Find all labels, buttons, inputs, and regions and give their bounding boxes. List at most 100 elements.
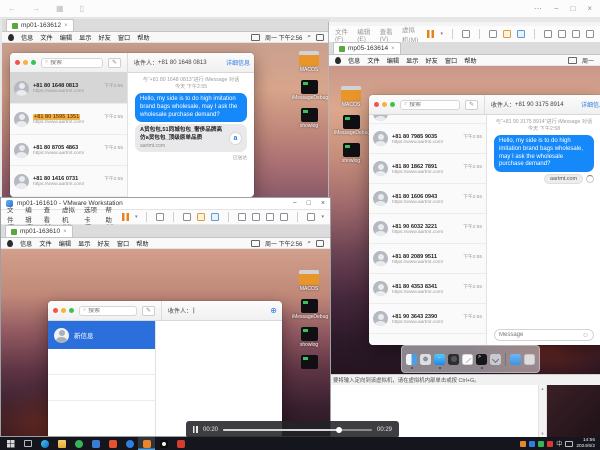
scroll-up-icon[interactable]: ▲	[541, 386, 545, 391]
dock-messages-icon[interactable]	[433, 349, 446, 369]
dock-terminal-icon[interactable]	[475, 349, 488, 369]
minimize-window-icon[interactable]	[61, 308, 66, 313]
taskbar-clock[interactable]: 14:56 2024/6/2	[576, 438, 595, 450]
menu-view[interactable]: 显示	[79, 33, 91, 42]
close-icon[interactable]: ×	[587, 5, 592, 13]
menu-window[interactable]: 窗口	[117, 239, 129, 248]
menu-buddies[interactable]: 好友	[98, 239, 110, 248]
menu-file[interactable]: 文件	[367, 56, 379, 65]
apple-menu-icon[interactable]	[7, 240, 13, 247]
layout-dropdown-icon[interactable]: ▾	[321, 215, 324, 220]
vm3-tab[interactable]: mp01-163610 ×	[5, 225, 73, 237]
link-preview-bubble[interactable]: A货包包,51同城包包_奢侈品牌高仿a货包包_顶级原单品质 aartmt.com	[135, 124, 247, 152]
menu-view[interactable]: 显示	[78, 239, 90, 248]
fullscreen-icon[interactable]	[266, 213, 274, 221]
menu-file[interactable]: 文件	[39, 239, 51, 248]
unity-mode-icon[interactable]	[586, 30, 594, 38]
menu-view[interactable]: 显示	[406, 56, 418, 65]
desktop-icon-showlog[interactable]: showlog	[334, 143, 368, 164]
desktop-icon-terminal[interactable]	[292, 355, 326, 369]
conversation-item[interactable]: +81 80 1862 7891下午2:55 https://www.aartm…	[369, 154, 486, 184]
search-input[interactable]	[409, 102, 456, 108]
desktop-icon-imessagedebug[interactable]: iMessageDebug	[292, 299, 326, 320]
dock-downloads-icon[interactable]	[489, 349, 502, 369]
link-pill[interactable]: aartmt.com	[544, 174, 583, 184]
conversation-item[interactable]: +81 80 7985 9035下午2:55 https://www.aartm…	[369, 124, 486, 154]
close-window-icon[interactable]	[15, 60, 20, 65]
menu-window[interactable]: 窗口	[118, 33, 130, 42]
console-view-icon[interactable]	[252, 213, 260, 221]
display-menu-icon[interactable]	[251, 34, 260, 41]
new-message-item-selected[interactable]: 新信息	[48, 321, 155, 349]
emoji-picker-icon[interactable]: ☺	[582, 332, 589, 339]
display-menu-icon[interactable]	[568, 57, 577, 64]
zoom-window-icon[interactable]	[69, 308, 74, 313]
pause-playback-icon[interactable]	[193, 426, 198, 433]
conversation-item[interactable]: +81 80 1416 0731下午2:55 https://www.aartm…	[10, 166, 127, 197]
conversation-item[interactable]: +81 80 4353 8341下午2:55 https://www.aartm…	[369, 274, 486, 304]
conversation-item-partial[interactable]	[369, 115, 486, 124]
seek-bar-knob[interactable]	[336, 427, 342, 433]
taskbar-edge[interactable]	[36, 437, 53, 450]
compose-icon[interactable]: ✎	[465, 100, 478, 110]
menu-vm[interactable]: 虚拟机(M)	[402, 24, 421, 44]
menu-file[interactable]: 文件	[40, 33, 52, 42]
tab-close-icon[interactable]: ×	[64, 23, 68, 29]
pause-dropdown-icon[interactable]: ▾	[440, 32, 443, 37]
vm1-clock[interactable]: 周一 下午2:56	[265, 33, 302, 42]
conversation-item[interactable]: +81 80 2089 9511下午2:55 https://www.aartm…	[369, 244, 486, 274]
search-field[interactable]: ⌕	[79, 306, 137, 316]
dock-folder-icon[interactable]	[509, 349, 522, 369]
spotlight-icon[interactable]: ⌕	[307, 34, 311, 41]
menu-messages[interactable]: 信息	[20, 239, 32, 248]
conversation-item[interactable]: +81 90 3643 2390下午2:55 https://www.aartm…	[369, 304, 486, 334]
console-view-icon[interactable]	[558, 30, 566, 38]
vm2-tab[interactable]: mp05-163614 ×	[333, 42, 401, 54]
desktop-icon-macos-drive[interactable]: MACOS	[292, 51, 326, 73]
menu-help[interactable]: 帮助	[136, 239, 148, 248]
maximize-icon[interactable]: □	[570, 5, 575, 13]
search-input[interactable]	[88, 308, 133, 314]
notification-center-icon[interactable]	[316, 240, 324, 247]
menu-edit[interactable]: 编辑(E)	[357, 26, 371, 43]
manage-snapshots-icon[interactable]	[211, 213, 219, 221]
taskbar-file-explorer[interactable]	[53, 437, 70, 450]
apple-menu-icon[interactable]	[8, 34, 14, 41]
scroll-down-icon[interactable]: ▼	[541, 431, 545, 436]
menu-help[interactable]: 帮助	[464, 56, 476, 65]
add-recipient-icon[interactable]: ⊕	[270, 307, 277, 315]
minimize-icon[interactable]: −	[293, 200, 297, 207]
vm1-tab[interactable]: mp01-163612 ×	[6, 19, 74, 31]
conversation-item[interactable]: +81 80 1648 0813下午2:55 https://www.aartm…	[10, 73, 127, 104]
seek-bar[interactable]	[223, 429, 372, 431]
take-snapshot-icon[interactable]	[503, 30, 511, 38]
tray-icon-green[interactable]	[538, 441, 544, 447]
vm3-clock[interactable]: 周一 下午2:56	[265, 239, 302, 248]
taskbar-app-red2[interactable]	[172, 437, 189, 450]
desktop-icon-macos-drive[interactable]: MACOS	[334, 86, 368, 108]
menu-buddies[interactable]: 好友	[99, 33, 111, 42]
message-input[interactable]	[499, 332, 579, 338]
search-input[interactable]	[50, 60, 99, 66]
spotlight-icon[interactable]: ⌕	[307, 240, 311, 247]
to-value[interactable]: +81 80 1648 0813	[158, 60, 207, 66]
menu-buddies[interactable]: 好友	[426, 56, 438, 65]
desktop-icon-showlog[interactable]: showlog	[292, 108, 326, 129]
desktop-icon-imessagedebug[interactable]: iMessageDebug	[334, 115, 368, 136]
message-input-field[interactable]: ☺	[494, 329, 594, 341]
unity-mode-icon[interactable]	[280, 213, 288, 221]
taskbar-app-red[interactable]	[104, 437, 121, 450]
taskbar-app-apple[interactable]	[155, 437, 172, 450]
menu-view[interactable]: 查看(V)	[380, 26, 394, 43]
minimize-icon[interactable]: −	[554, 5, 559, 13]
vm2-clock[interactable]: 周一	[582, 56, 594, 65]
conversation-item[interactable]: +81 80 1606 0943下午2:55 https://www.aartm…	[369, 184, 486, 214]
delete-icon[interactable]: ▯	[80, 5, 84, 13]
details-link[interactable]: 详细信息	[581, 100, 600, 109]
revert-snapshot-icon[interactable]	[183, 213, 191, 221]
manage-snapshots-icon[interactable]	[517, 30, 525, 38]
conversation-item[interactable]: +81 90 6032 3221下午2:55 https://www.aartm…	[369, 214, 486, 244]
close-window-icon[interactable]	[374, 102, 379, 107]
maximize-icon[interactable]: □	[307, 200, 311, 207]
dock-textedit-icon[interactable]	[461, 349, 474, 369]
